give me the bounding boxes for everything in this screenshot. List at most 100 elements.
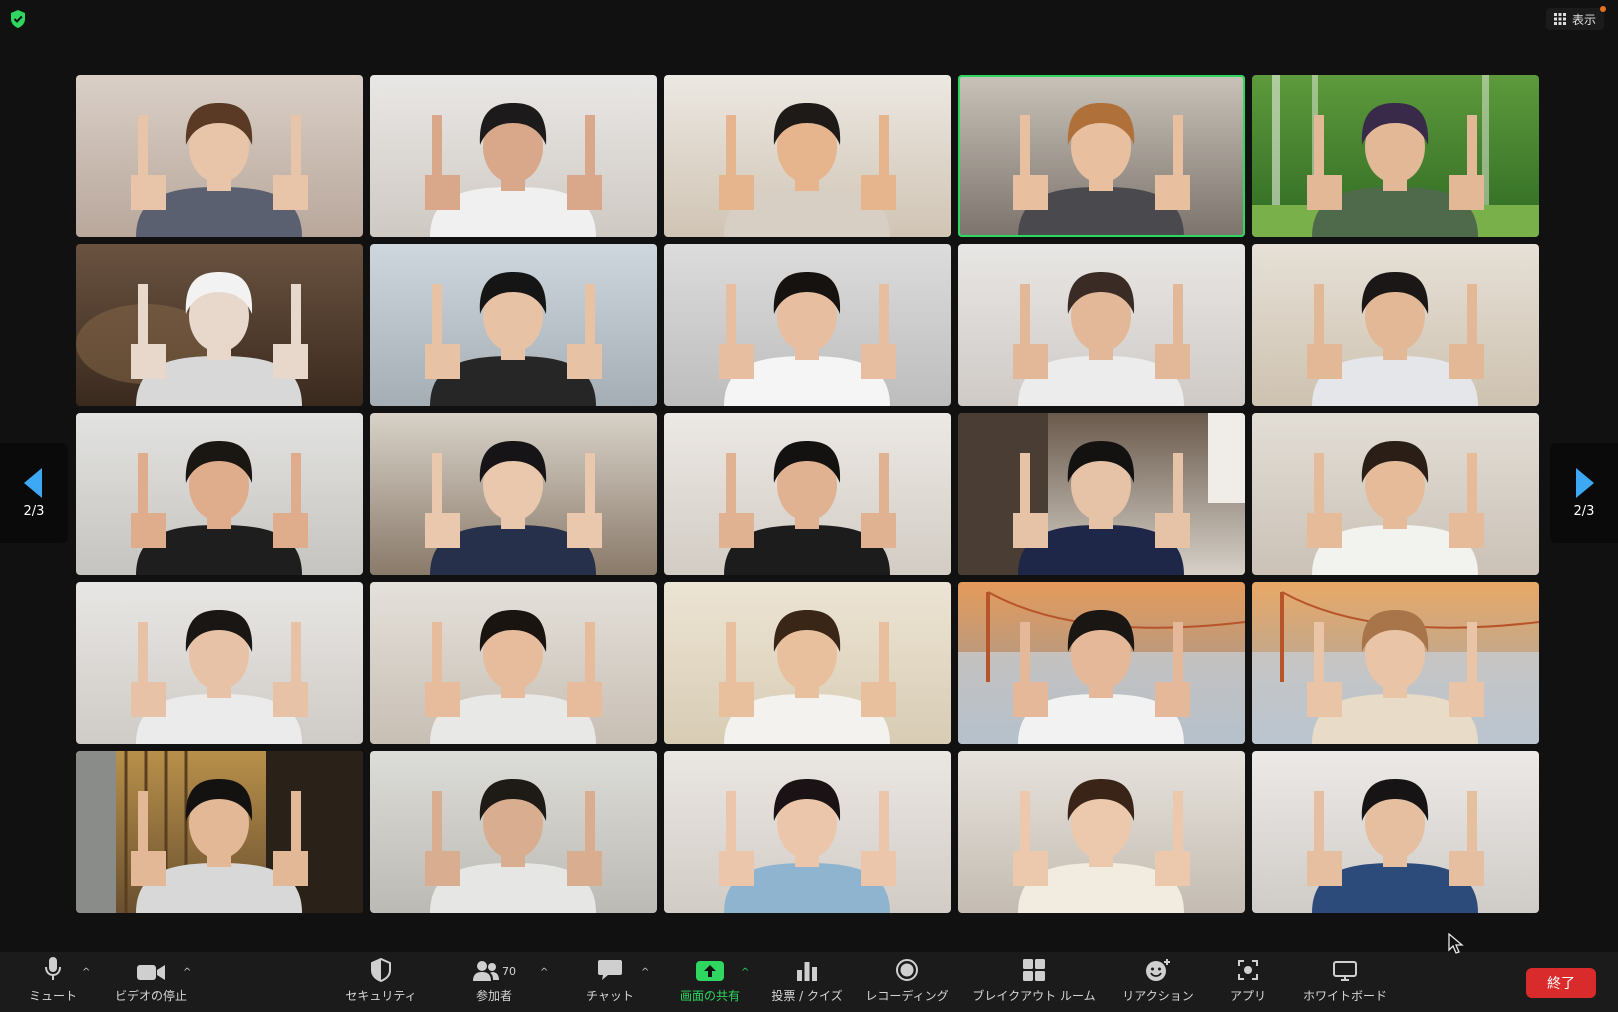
- polls-quizzes-label: 投票 / クイズ: [771, 989, 843, 1003]
- video-camera-icon: [137, 965, 165, 980]
- participant-tile-1[interactable]: [76, 75, 363, 237]
- participant-tile-19[interactable]: [958, 582, 1245, 744]
- view-button-label: 表示: [1571, 12, 1596, 27]
- participant-tile-18[interactable]: [664, 582, 951, 744]
- participant-tile-17[interactable]: [370, 582, 657, 744]
- participant-tile-21[interactable]: [76, 751, 363, 913]
- participant-video-frame: [958, 591, 1245, 744]
- microphone-icon: [45, 957, 61, 980]
- participant-tile-24[interactable]: [958, 751, 1245, 913]
- triangle-right-icon: [1576, 467, 1594, 498]
- chat-button[interactable]: チャット: [580, 952, 640, 1012]
- participant-video-frame: [425, 610, 602, 744]
- participant-video-frame: [76, 751, 363, 913]
- meeting-toolbar: ミュート ^ ビデオの停止 ^ セキュリティ 70 参加者 ^ チャット ^ 画…: [0, 952, 1618, 1012]
- participant-tile-11[interactable]: [76, 413, 363, 575]
- audio-options-caret-icon[interactable]: ^: [82, 967, 90, 978]
- participant-video-frame: [1307, 272, 1484, 406]
- grid-view-icon: [1553, 13, 1566, 25]
- participant-video-frame: [131, 610, 308, 744]
- reactions-label: リアクション: [1122, 989, 1194, 1003]
- chat-options-caret-icon[interactable]: ^: [641, 967, 649, 978]
- whiteboard-icon: [1333, 961, 1357, 981]
- previous-page-button[interactable]: 2/3: [0, 443, 68, 543]
- participant-video-frame: [719, 272, 896, 406]
- apps-label: アプリ: [1229, 989, 1266, 1003]
- chat-bubble-icon: [598, 960, 622, 980]
- polls-quizzes-button[interactable]: 投票 / クイズ: [767, 952, 847, 1012]
- participant-video-frame: [1013, 779, 1190, 913]
- participant-video-frame: [131, 441, 308, 575]
- participant-tile-7[interactable]: [370, 244, 657, 406]
- participant-tile-13[interactable]: [664, 413, 951, 575]
- security-label: セキュリティ: [345, 989, 417, 1003]
- breakout-rooms-button[interactable]: ブレイクアウト ルーム: [966, 952, 1102, 1012]
- breakout-rooms-icon: [1023, 959, 1045, 981]
- participant-tile-4[interactable]: [958, 75, 1245, 237]
- participants-options-caret-icon[interactable]: ^: [540, 967, 548, 978]
- page-indicator-right: 2/3: [1573, 503, 1595, 519]
- participant-tile-16[interactable]: [76, 582, 363, 744]
- participant-video-frame: [1013, 272, 1190, 406]
- reactions-button[interactable]: リアクション: [1118, 952, 1198, 1012]
- mute-label: ミュート: [28, 989, 77, 1003]
- participants-count: 70: [502, 965, 516, 978]
- security-button[interactable]: セキュリティ: [341, 952, 421, 1012]
- whiteboard-button[interactable]: ホワイトボード: [1297, 952, 1393, 1012]
- participant-tile-5[interactable]: [1252, 75, 1539, 237]
- participant-tile-9[interactable]: [958, 244, 1245, 406]
- chat-label: チャット: [586, 989, 634, 1003]
- participant-tile-10[interactable]: [1252, 244, 1539, 406]
- view-button[interactable]: 表示: [1545, 6, 1606, 30]
- participant-tile-14[interactable]: [958, 413, 1245, 575]
- participant-tile-25[interactable]: [1252, 751, 1539, 913]
- next-page-button[interactable]: 2/3: [1550, 443, 1618, 543]
- participant-video-frame: [719, 103, 896, 237]
- participant-video-frame: [1252, 75, 1539, 237]
- stop-video-label: ビデオの停止: [114, 989, 187, 1003]
- share-screen-button[interactable]: 画面の共有: [672, 952, 748, 1012]
- share-screen-label: 画面の共有: [679, 989, 740, 1003]
- smiley-plus-icon: [1146, 959, 1170, 981]
- recording-button[interactable]: レコーディング: [862, 952, 952, 1012]
- bar-chart-icon: [797, 962, 817, 981]
- participant-video-frame: [719, 610, 896, 744]
- participant-tile-8[interactable]: [664, 244, 951, 406]
- participant-video-frame: [425, 441, 602, 575]
- record-icon: [896, 959, 918, 981]
- participant-tile-3[interactable]: [664, 75, 951, 237]
- apps-button[interactable]: アプリ: [1222, 952, 1274, 1012]
- participant-video-frame: [1013, 103, 1190, 237]
- share-options-caret-icon[interactable]: ^: [741, 967, 749, 978]
- participant-video-frame: [76, 272, 308, 406]
- participant-video-frame: [1307, 441, 1484, 575]
- triangle-left-icon: [24, 467, 42, 498]
- participant-video-frame: [958, 413, 1245, 575]
- participant-tile-15[interactable]: [1252, 413, 1539, 575]
- participant-video-frame: [425, 103, 602, 237]
- participants-button[interactable]: 70 参加者: [464, 952, 524, 1012]
- apps-icon: [1238, 960, 1258, 980]
- participant-video-frame: [1252, 591, 1539, 744]
- end-meeting-label: 終了: [1547, 976, 1575, 992]
- mute-button[interactable]: ミュート: [22, 952, 84, 1012]
- stop-video-button[interactable]: ビデオの停止: [108, 952, 194, 1012]
- participant-tile-2[interactable]: [370, 75, 657, 237]
- participant-tile-20[interactable]: [1252, 582, 1539, 744]
- encryption-shield-icon[interactable]: [8, 9, 28, 29]
- participant-video-frame: [719, 779, 896, 913]
- end-meeting-button[interactable]: 終了: [1526, 968, 1596, 998]
- participant-tile-23[interactable]: [664, 751, 951, 913]
- participant-video-frame: [719, 441, 896, 575]
- participant-tile-12[interactable]: [370, 413, 657, 575]
- mouse-pointer-icon: [1448, 933, 1464, 954]
- participants-label: 参加者: [475, 989, 512, 1003]
- video-options-caret-icon[interactable]: ^: [183, 967, 191, 978]
- participant-tile-22[interactable]: [370, 751, 657, 913]
- participant-video-frame: [1307, 779, 1484, 913]
- security-shield-icon: [371, 958, 391, 982]
- participant-video-frame: [425, 272, 602, 406]
- participant-video-frame: [131, 103, 308, 237]
- participant-tile-6[interactable]: [76, 244, 363, 406]
- breakout-rooms-label: ブレイクアウト ルーム: [972, 989, 1096, 1003]
